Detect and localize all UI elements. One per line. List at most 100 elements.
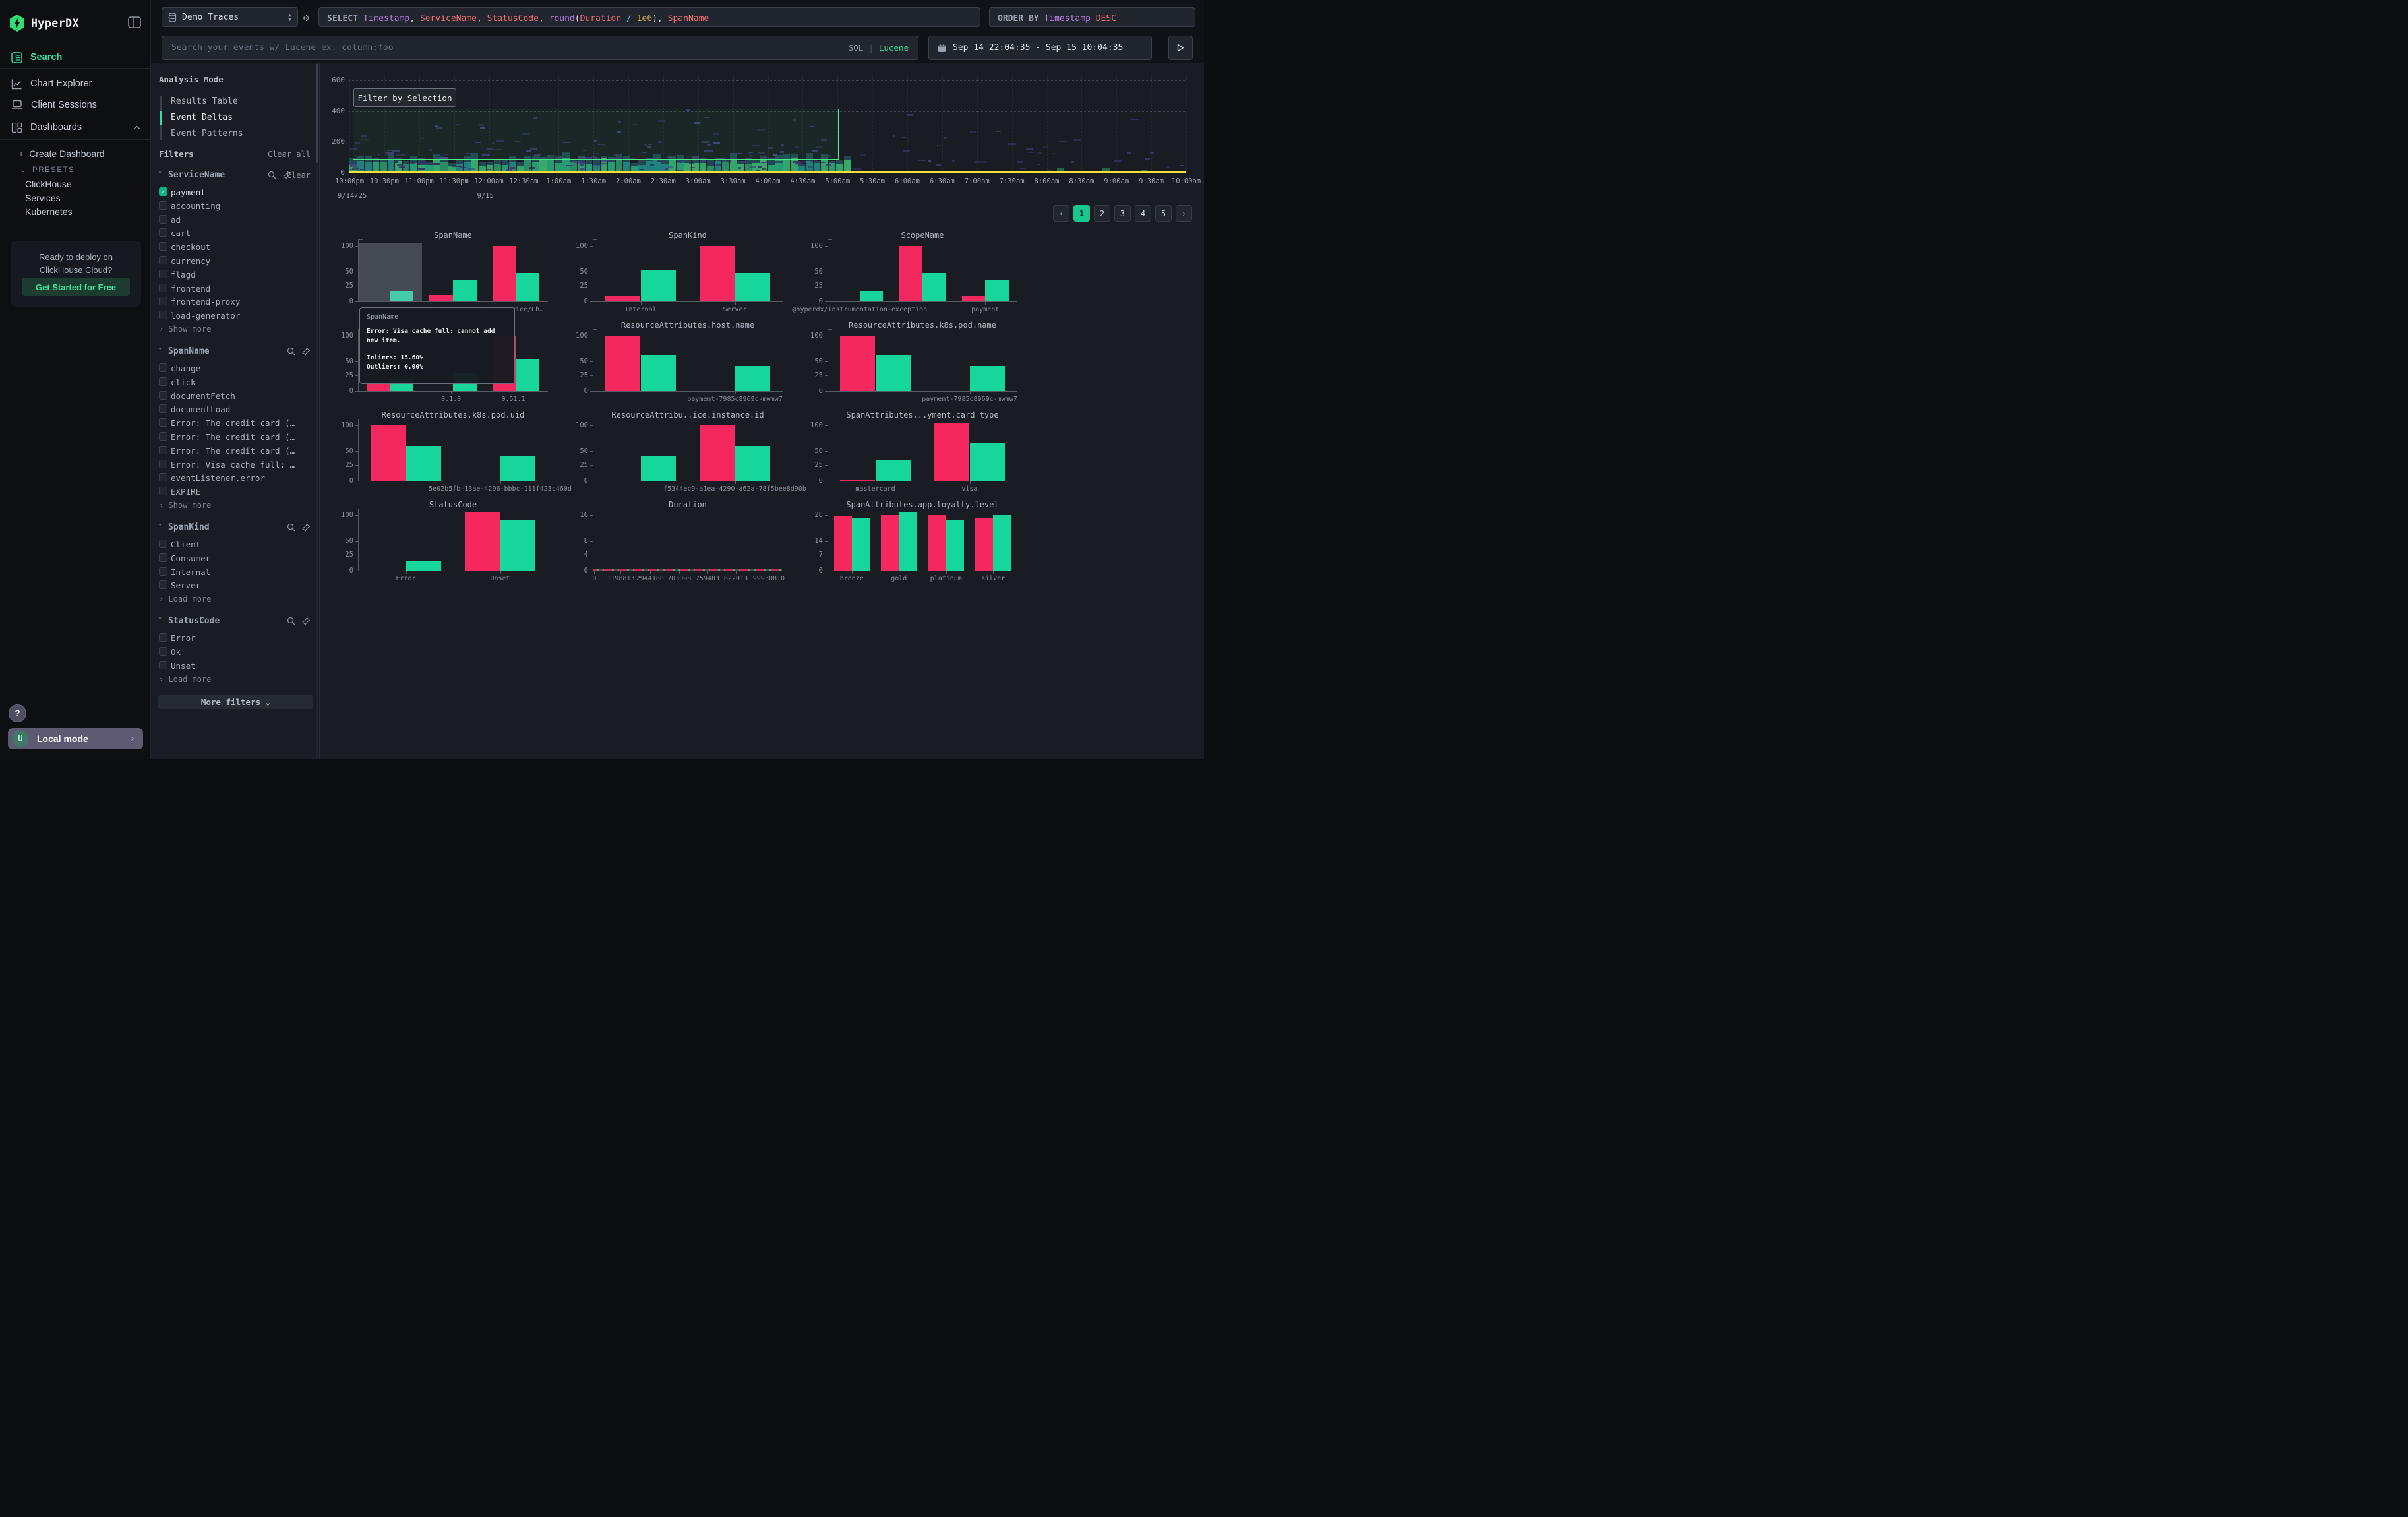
filter-checkbox-server[interactable] xyxy=(159,580,167,589)
bar-outliers[interactable] xyxy=(367,383,390,391)
filter-checkbox-flagd[interactable] xyxy=(159,270,167,278)
filter-checkbox-error-visa-cache-full-[interactable] xyxy=(159,460,167,468)
filter-show-more[interactable]: › Show more xyxy=(159,501,211,510)
chart-plot[interactable]: 02550100InternalServer xyxy=(593,243,782,301)
filter-option-label[interactable]: Error: The credit card (… xyxy=(171,446,295,456)
filter-option-label[interactable]: Client xyxy=(171,540,200,549)
search-icon[interactable] xyxy=(287,523,295,532)
bar-outliers[interactable] xyxy=(371,425,406,481)
filter-checkbox-ok[interactable] xyxy=(159,647,167,656)
sidebar-item-services[interactable]: Services xyxy=(25,193,61,203)
bar-inliers[interactable] xyxy=(922,273,946,301)
filter-checkbox-error-the-credit-card-[interactable] xyxy=(159,432,167,441)
filter-checkbox-cart[interactable] xyxy=(159,228,167,237)
chart-plot[interactable]: 025501005e02b5fb-13ae-4296-bbbc-111f423c… xyxy=(359,422,547,481)
filter-option-label[interactable]: Internal xyxy=(171,567,210,577)
filter-option-label[interactable]: cart xyxy=(171,228,191,238)
pagination-page-5[interactable]: 5 xyxy=(1155,205,1172,222)
bar-inliers[interactable] xyxy=(406,446,442,481)
pin-icon[interactable] xyxy=(302,347,311,356)
chart-plot[interactable]: 02550100f5344ec9-a1ea-4290-a62a-78f5bee8… xyxy=(593,422,782,481)
bar-inliers[interactable] xyxy=(970,366,1006,391)
chart-plot[interactable]: 02550100…PaymentService/Ch… xyxy=(359,243,547,301)
bar-inliers[interactable] xyxy=(876,355,911,391)
search-input[interactable]: Search your events w/ Lucene ex. column:… xyxy=(162,36,918,60)
local-mode-button[interactable]: U Local mode › xyxy=(8,728,143,749)
filter-checkbox-ad[interactable] xyxy=(159,215,167,224)
chart-plot[interactable]: 071428bronzegoldplatinumsilver xyxy=(828,512,1017,571)
filter-option-label[interactable]: documentLoad xyxy=(171,404,230,414)
filter-checkbox-expire[interactable] xyxy=(159,487,167,495)
filter-show-more[interactable]: › Show more xyxy=(159,325,211,334)
pagination-page-2[interactable]: 2 xyxy=(1094,205,1110,222)
filter-option-label[interactable]: EXPIRE xyxy=(171,487,200,497)
filter-option-label[interactable]: checkout xyxy=(171,242,210,252)
duration-heatmap[interactable] xyxy=(349,75,1186,173)
filter-checkbox-documentfetch[interactable] xyxy=(159,391,167,400)
sidebar-collapse-icon[interactable] xyxy=(128,16,141,28)
filter-checkbox-accounting[interactable] xyxy=(159,201,167,210)
bar-inliers[interactable] xyxy=(641,355,677,391)
filter-option-label[interactable]: currency xyxy=(171,256,210,266)
bar-inliers[interactable] xyxy=(876,460,911,481)
run-query-button[interactable] xyxy=(1168,36,1193,60)
filter-option-label[interactable]: accounting xyxy=(171,201,220,211)
filter-checkbox-currency[interactable] xyxy=(159,256,167,264)
source-select[interactable]: Demo Traces ▲▼ xyxy=(162,7,298,27)
filter-checkbox-consumer[interactable] xyxy=(159,553,167,562)
filter-checkbox-error[interactable] xyxy=(159,633,167,642)
filter-option-label[interactable]: change xyxy=(171,363,200,373)
filter-option-label[interactable]: eventListener.error xyxy=(171,473,265,483)
bar-inliers[interactable] xyxy=(985,280,1009,301)
bar-inliers[interactable] xyxy=(406,561,442,571)
filter-checkbox-frontend-proxy[interactable] xyxy=(159,297,167,305)
scrollbar-thumb[interactable] xyxy=(316,64,318,163)
sql-mode-toggle[interactable]: SQL xyxy=(849,43,864,53)
analysis-mode-event-deltas[interactable]: Event Deltas xyxy=(171,113,233,123)
filter-option-label[interactable]: Consumer xyxy=(171,553,210,563)
bar-inliers[interactable] xyxy=(993,515,1011,571)
create-dashboard-button[interactable]: +Create Dashboard xyxy=(18,148,105,159)
presets-toggle[interactable]: ⌄ PRESETS xyxy=(20,165,75,174)
heatmap-selection-rect[interactable] xyxy=(353,109,839,160)
analysis-mode-event-patterns[interactable]: Event Patterns xyxy=(171,129,243,139)
sidebar-item-search[interactable]: Search xyxy=(0,47,151,67)
bar-outliers[interactable] xyxy=(840,336,876,391)
chevron-down-icon[interactable]: ⌄ xyxy=(158,614,162,621)
sidebar-item-chart-explorer[interactable]: Chart Explorer xyxy=(0,74,151,94)
filter-checkbox-payment[interactable]: ✓ xyxy=(159,187,167,196)
gear-icon[interactable]: ⚙ xyxy=(303,12,309,24)
filter-option-label[interactable]: Ok xyxy=(171,647,181,657)
sidebar-item-clickhouse[interactable]: ClickHouse xyxy=(25,179,72,189)
bar-inliers[interactable] xyxy=(899,512,917,571)
bar-outliers[interactable] xyxy=(605,296,641,301)
filter-option-label[interactable]: Error xyxy=(171,633,196,643)
bar-inliers[interactable] xyxy=(970,443,1006,481)
bar-outliers[interactable] xyxy=(493,246,516,301)
bar-outliers[interactable] xyxy=(465,512,500,571)
help-button[interactable]: ? xyxy=(9,704,26,722)
chevron-down-icon[interactable]: ⌄ xyxy=(158,344,162,351)
filter-option-label[interactable]: flagd xyxy=(171,270,196,280)
bar-outliers[interactable] xyxy=(429,295,453,301)
bar-outliers[interactable] xyxy=(605,336,641,391)
filter-checkbox-documentload[interactable] xyxy=(159,404,167,413)
pagination-prev-button[interactable]: ‹ xyxy=(1053,205,1069,222)
chart-plot[interactable]: 02550100payment-7985c8969c-mwmw7 xyxy=(593,332,782,391)
bar-outliers[interactable] xyxy=(899,246,922,301)
analysis-mode-results-table[interactable]: Results Table xyxy=(171,96,238,106)
bar-inliers[interactable] xyxy=(500,456,536,481)
chart-plot[interactable]: 02550100@hyperdx/instrumentation-excepti… xyxy=(828,243,1017,301)
lucene-mode-toggle[interactable]: Lucene xyxy=(879,43,909,53)
filter-by-selection-button[interactable]: Filter by Selection xyxy=(353,88,456,107)
clear-group-button[interactable]: Clear xyxy=(287,171,311,180)
filter-checkbox-unset[interactable] xyxy=(159,661,167,669)
more-filters-button[interactable]: More filters ⌄ xyxy=(158,695,313,709)
pagination-page-3[interactable]: 3 xyxy=(1114,205,1131,222)
filter-option-label[interactable]: Server xyxy=(171,580,200,590)
bar-outliers[interactable] xyxy=(700,425,735,481)
filter-option-label[interactable]: Error: Visa cache full: … xyxy=(171,460,295,470)
pin-icon[interactable] xyxy=(302,617,311,625)
bar-inliers[interactable] xyxy=(860,291,884,301)
filter-option-label[interactable]: frontend xyxy=(171,284,210,294)
